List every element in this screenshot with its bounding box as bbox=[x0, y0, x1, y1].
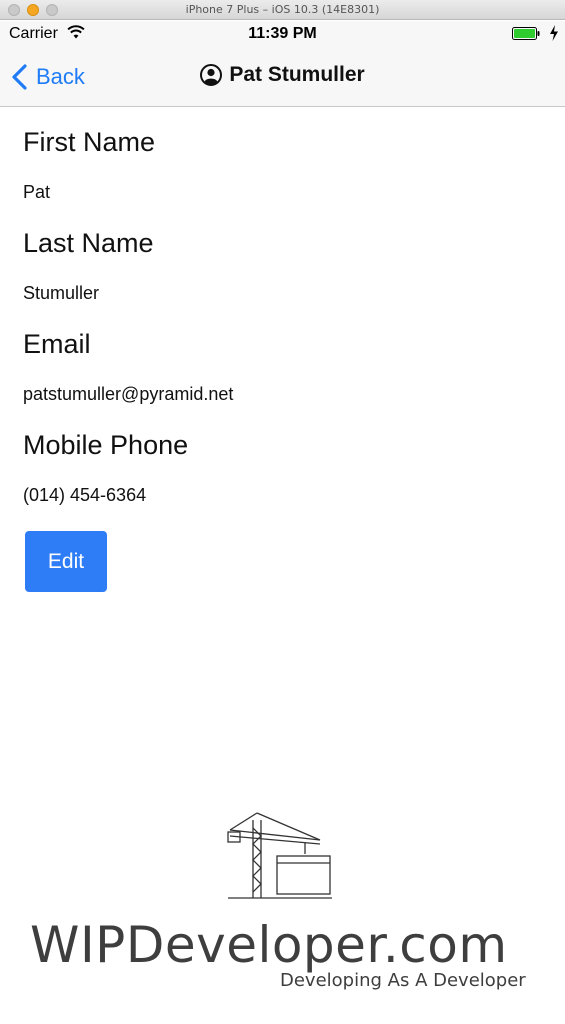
page-title-text: Pat Stumuller bbox=[229, 63, 365, 86]
simulator-titlebar: iPhone 7 Plus – iOS 10.3 (14E8301) bbox=[0, 0, 565, 20]
construction-crane-icon bbox=[227, 812, 332, 899]
page-title: Pat Stumuller bbox=[0, 63, 565, 87]
watermark-brand: WIPDeveloper.com bbox=[30, 916, 508, 974]
battery-icon bbox=[512, 27, 540, 40]
window-title: iPhone 7 Plus – iOS 10.3 (14E8301) bbox=[185, 3, 380, 16]
first-name-value: Pat bbox=[23, 182, 51, 202]
mobile-phone-value: (014) 454-6364 bbox=[23, 485, 147, 505]
user-circle-icon bbox=[200, 64, 223, 86]
email-label: Email bbox=[23, 329, 91, 359]
status-time: 11:39 PM bbox=[248, 25, 317, 42]
last-name-value: Stumuller bbox=[23, 283, 100, 303]
watermark-tagline: Developing As A Developer bbox=[280, 970, 526, 991]
status-bar: Carrier 11:39 PM bbox=[0, 21, 565, 47]
edit-button[interactable]: Edit bbox=[25, 531, 107, 592]
navigation-bar: Back Pat Stumuller bbox=[0, 47, 565, 107]
last-name-label: Last Name bbox=[23, 228, 154, 258]
mobile-phone-label: Mobile Phone bbox=[23, 430, 189, 460]
email-value: patstumuller@pyramid.net bbox=[23, 384, 234, 404]
first-name-label: First Name bbox=[23, 127, 156, 157]
charging-bolt-icon bbox=[550, 25, 558, 41]
